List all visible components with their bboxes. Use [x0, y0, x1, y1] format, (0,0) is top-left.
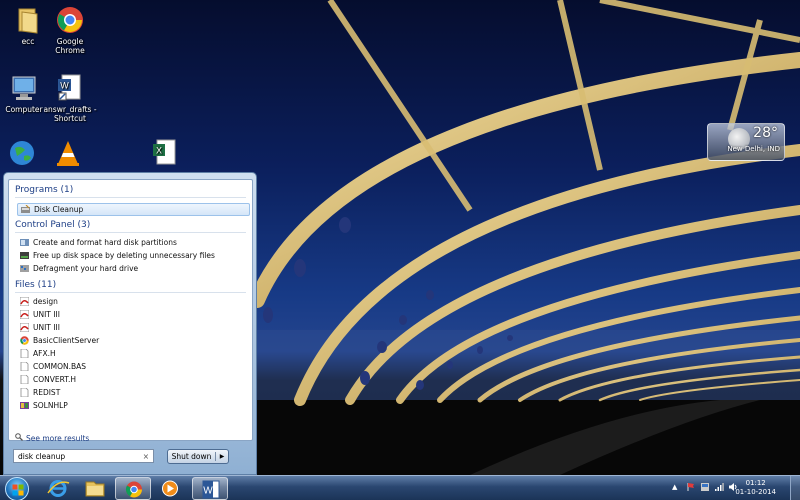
result-label: Create and format hard disk partitions [33, 238, 177, 247]
result-label: Defragment your hard drive [33, 264, 139, 273]
shut-down-options-arrow-icon[interactable]: ▶ [216, 453, 228, 460]
desktop-icon-label: Computer [5, 105, 43, 114]
windows-logo-icon [12, 484, 24, 496]
result-file-design[interactable]: design [17, 295, 250, 308]
programs-group-header[interactable]: Programs (1) [15, 185, 73, 195]
result-free-up-disk-space[interactable]: Free up disk space by deleting unnecessa… [17, 249, 250, 262]
desktop-icon-label: Google Chrome [55, 37, 85, 55]
result-disk-cleanup[interactable]: Disk Cleanup [17, 203, 250, 216]
result-file-redist[interactable]: REDIST [17, 386, 250, 399]
clear-search-icon[interactable]: × [143, 452, 149, 461]
result-label: design [33, 297, 58, 306]
result-create-format-partitions[interactable]: Create and format hard disk partitions [17, 236, 250, 249]
divider [15, 292, 246, 293]
result-label: COMMON.BAS [33, 362, 87, 371]
file-icon [20, 361, 29, 372]
svg-text:X: X [156, 146, 162, 156]
start-search-box[interactable]: × [13, 449, 154, 463]
svg-text:W: W [60, 81, 69, 91]
shut-down-label: Shut down [168, 452, 216, 461]
word-shortcut-icon: W [55, 73, 85, 103]
result-label: CONVERT.H [33, 375, 77, 384]
result-file-solnhlp[interactable]: SOLNHLP [17, 399, 250, 412]
result-label: Free up disk space by deleting unnecessa… [33, 251, 215, 260]
chrome-icon [55, 5, 85, 35]
divider [15, 197, 246, 198]
result-label: BasicClientServer [33, 336, 100, 345]
desktop-icon-label: answr_drafts - Shortcut [43, 105, 97, 123]
defrag-icon [20, 264, 29, 273]
result-label: REDIST [33, 388, 61, 397]
files-group-header[interactable]: Files (11) [15, 280, 56, 290]
result-file-unit-iii-2[interactable]: UNIT III [17, 321, 250, 334]
start-menu: Programs (1) Disk Cleanup Control Panel … [3, 172, 257, 475]
clock-date: 01-10-2014 [735, 488, 776, 496]
excel-icon: X [148, 138, 178, 168]
taskbar-microsoft-word[interactable]: W [192, 477, 228, 500]
action-center-flag-icon[interactable] [686, 482, 696, 494]
pdf-icon [19, 322, 30, 333]
see-more-results-link[interactable]: See more results [15, 433, 89, 443]
result-label: UNIT III [33, 323, 60, 332]
taskbar-internet-explorer[interactable] [40, 477, 76, 500]
update-icon[interactable] [700, 482, 710, 494]
start-search-input[interactable] [18, 451, 138, 461]
disk-management-icon [20, 238, 29, 247]
desktop-icon-google-chrome[interactable]: Google Chrome [42, 5, 98, 55]
show-desktop-button[interactable] [790, 476, 800, 500]
desktop-icon-excel[interactable]: X [135, 138, 191, 170]
weather-temperature: 28° [753, 125, 778, 141]
result-label: UNIT III [33, 310, 60, 319]
chrome-icon [125, 481, 142, 498]
desktop-icon-label: ecc [21, 37, 35, 46]
result-defragment-drive[interactable]: Defragment your hard drive [17, 262, 250, 275]
clock-time: 01:12 [745, 479, 766, 487]
media-player-icon [162, 480, 178, 497]
folder-icon [13, 5, 43, 35]
taskbar: W ▲ 01:12 01-10-2014 [0, 475, 800, 500]
divider [15, 232, 246, 233]
globe-icon [7, 138, 37, 168]
signal-strength-icon[interactable] [714, 482, 724, 494]
control-panel-group-header[interactable]: Control Panel (3) [15, 220, 90, 230]
result-file-convert-h[interactable]: CONVERT.H [17, 373, 250, 386]
pdf-icon [19, 296, 30, 307]
result-label: SOLNHLP [33, 401, 68, 410]
word-icon: W [202, 480, 220, 499]
see-more-label: See more results [26, 433, 90, 443]
pdf-icon [19, 309, 30, 320]
chrome-icon [20, 336, 29, 345]
file-icon [20, 348, 29, 359]
disk-cleanup-icon [21, 204, 30, 214]
help-file-icon [20, 401, 29, 410]
search-results-panel: Programs (1) Disk Cleanup Control Panel … [8, 179, 253, 443]
result-file-common-bas[interactable]: COMMON.BAS [17, 360, 250, 373]
internet-explorer-icon [47, 480, 70, 497]
show-hidden-icons-icon[interactable]: ▲ [672, 483, 677, 491]
shut-down-button[interactable]: Shut down ▶ [167, 449, 229, 464]
magnifier-icon [15, 433, 23, 443]
system-tray: ▲ 01:12 01-10-2014 [670, 476, 800, 500]
vlc-icon [53, 138, 83, 168]
file-icon [20, 374, 29, 385]
taskbar-media-player[interactable] [152, 477, 188, 500]
weather-location: New Delhi, IND [727, 145, 780, 153]
result-file-afx-h[interactable]: AFX.H [17, 347, 250, 360]
taskbar-google-chrome[interactable] [115, 477, 151, 500]
computer-icon [9, 73, 39, 103]
file-icon [20, 387, 29, 398]
disk-space-icon [20, 251, 29, 260]
result-label: Disk Cleanup [34, 205, 84, 214]
result-file-unit-iii[interactable]: UNIT III [17, 308, 250, 321]
result-label: AFX.H [33, 349, 56, 358]
start-button[interactable] [5, 477, 29, 500]
desktop-icon-vlc[interactable] [40, 138, 96, 170]
taskbar-clock[interactable]: 01:12 01-10-2014 [735, 479, 776, 497]
weather-gadget[interactable]: 28° New Delhi, IND [707, 123, 785, 161]
desktop-icon-answr-drafts-shortcut[interactable]: W answr_drafts - Shortcut [42, 73, 98, 123]
svg-text:W: W [203, 486, 213, 497]
taskbar-file-explorer[interactable] [77, 477, 113, 500]
result-file-basicclientserver[interactable]: BasicClientServer [17, 334, 250, 347]
folder-icon [85, 481, 105, 497]
